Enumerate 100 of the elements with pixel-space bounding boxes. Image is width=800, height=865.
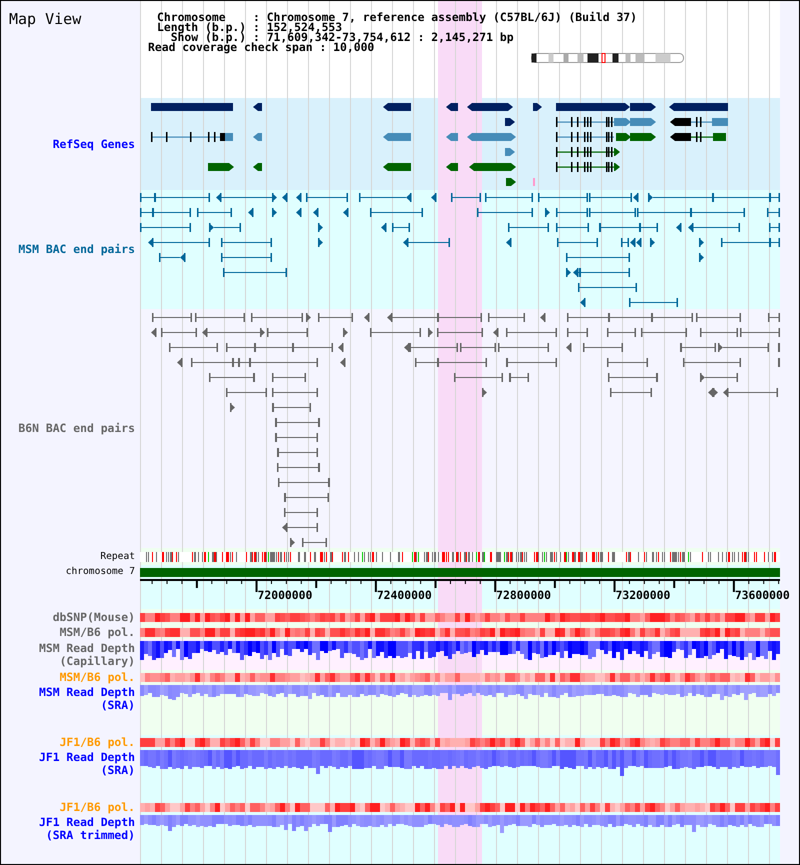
bac-end-pair xyxy=(506,358,557,367)
gene-feature xyxy=(469,163,516,171)
arrowhead-icon xyxy=(566,343,572,352)
bac-end-pair xyxy=(370,208,423,217)
bac-end-pair xyxy=(251,313,303,322)
bac-end-pair xyxy=(169,343,218,352)
gene-feature xyxy=(556,147,620,157)
bac-end-pair xyxy=(583,343,623,352)
arrowhead-icon xyxy=(676,223,682,232)
arrowhead-icon xyxy=(482,388,487,397)
track-label: MSM/B6 pol. xyxy=(60,670,135,684)
arrowhead-icon xyxy=(282,193,288,202)
info-value: Chromosome 7, reference assembly (C57BL/6J) (Build 37) xyxy=(266,12,638,22)
bac-end-pair xyxy=(451,193,481,202)
bac-end-pair xyxy=(488,313,525,322)
gene-feature xyxy=(467,133,516,141)
bac-end-pair xyxy=(509,373,529,382)
bac-end-pair xyxy=(223,268,287,277)
tick-label: 72400000 xyxy=(376,588,432,602)
view-title: Map View xyxy=(9,10,82,28)
bac-end-pair xyxy=(221,253,272,262)
tick-label: 72800000 xyxy=(496,588,552,602)
track-label: B6N BAC end pairs xyxy=(18,422,135,435)
bac-end-pair xyxy=(403,238,450,247)
position-marker xyxy=(602,53,606,63)
track-label: dbSNP(Mouse) xyxy=(52,610,135,624)
arrowhead-icon xyxy=(428,328,433,337)
bac-end-pair xyxy=(209,373,255,382)
gene-feature xyxy=(383,133,411,141)
gene-feature xyxy=(506,178,516,186)
track-label: MSM Read Depth xyxy=(38,686,135,699)
bac-end-pair xyxy=(498,343,549,352)
gene-feature xyxy=(670,117,728,127)
gene-feature xyxy=(253,133,262,141)
track-label-note: (SRA) xyxy=(100,764,135,777)
bac-end-pair xyxy=(607,328,636,337)
bac-end-pair xyxy=(140,193,210,202)
gene-feature xyxy=(505,118,515,126)
bac-end-pair xyxy=(195,313,245,322)
info-label: Read coverage check span xyxy=(148,42,313,52)
bac-end-pair xyxy=(680,343,716,352)
bac-end-pair xyxy=(392,223,410,232)
bac-end-pair xyxy=(148,238,210,247)
gene-feature xyxy=(467,103,513,111)
bac-end-pair xyxy=(159,253,186,262)
arrowhead-icon xyxy=(306,313,311,322)
bac-end-pair xyxy=(318,313,353,322)
bac-end-pair xyxy=(275,418,320,427)
bac-end-pair xyxy=(216,193,277,202)
bac-end-pair xyxy=(282,523,318,532)
arrowhead-icon xyxy=(343,208,348,217)
gene-feature xyxy=(446,133,458,141)
gene-feature xyxy=(383,103,411,111)
bac-end-pair xyxy=(460,343,496,352)
tick-label: 73600000 xyxy=(734,588,790,602)
arrowhead-icon xyxy=(545,208,550,217)
track-label: MSM Read Depth xyxy=(38,642,135,655)
arrowhead-icon xyxy=(343,328,348,337)
arrowhead-icon xyxy=(699,238,704,247)
bac-end-pair xyxy=(306,193,348,202)
bac-end-pair xyxy=(202,328,265,337)
info-label: Length (b.p.) xyxy=(157,22,246,32)
bac-end-pair xyxy=(578,283,637,292)
arrowhead-icon xyxy=(506,238,512,247)
bac-end-pair xyxy=(277,448,318,457)
track-label: chromosome 7 xyxy=(66,566,135,578)
bac-end-pair xyxy=(267,328,308,337)
arrowhead-icon xyxy=(272,208,277,217)
bac-end-pair xyxy=(277,463,320,472)
bac-end-pair xyxy=(768,313,780,322)
bac-end-pair xyxy=(152,313,192,322)
arrowhead-icon xyxy=(313,208,318,217)
track-label: MSM BAC end pairs xyxy=(18,243,135,256)
arrowhead-icon xyxy=(290,538,295,547)
bac-end-pair xyxy=(197,208,232,217)
bac-end-pair xyxy=(221,238,272,247)
arrowhead-icon xyxy=(431,193,436,202)
gene-feature xyxy=(208,163,234,171)
arrowhead-icon xyxy=(633,193,638,202)
bac-end-pair xyxy=(278,478,330,487)
gene-feature xyxy=(556,162,620,172)
bac-end-pair xyxy=(723,388,778,397)
gene-feature xyxy=(505,148,515,156)
bac-end-pair xyxy=(370,328,421,337)
bac-end-pair xyxy=(769,223,780,232)
info-label: Show (b.p.) xyxy=(170,32,246,42)
track-label: MSM/B6 pol. xyxy=(60,626,135,638)
tick-label: 72000000 xyxy=(258,588,312,602)
label-separator: : xyxy=(319,42,326,52)
gene-feature xyxy=(253,103,262,111)
bac-end-pair xyxy=(209,223,241,232)
arrowhead-icon xyxy=(296,208,302,217)
bac-end-pair xyxy=(629,298,678,307)
label-separator: : xyxy=(252,32,260,42)
bac-end-pair xyxy=(477,208,533,217)
track-label: JF1 Read Depth xyxy=(38,751,135,764)
arrowhead-icon xyxy=(338,343,344,352)
bac-end-pair xyxy=(688,223,740,232)
bac-end-pair xyxy=(589,193,632,202)
info-value: 71,609,342-73,754,612 : 2,145,271 bp xyxy=(266,32,514,42)
